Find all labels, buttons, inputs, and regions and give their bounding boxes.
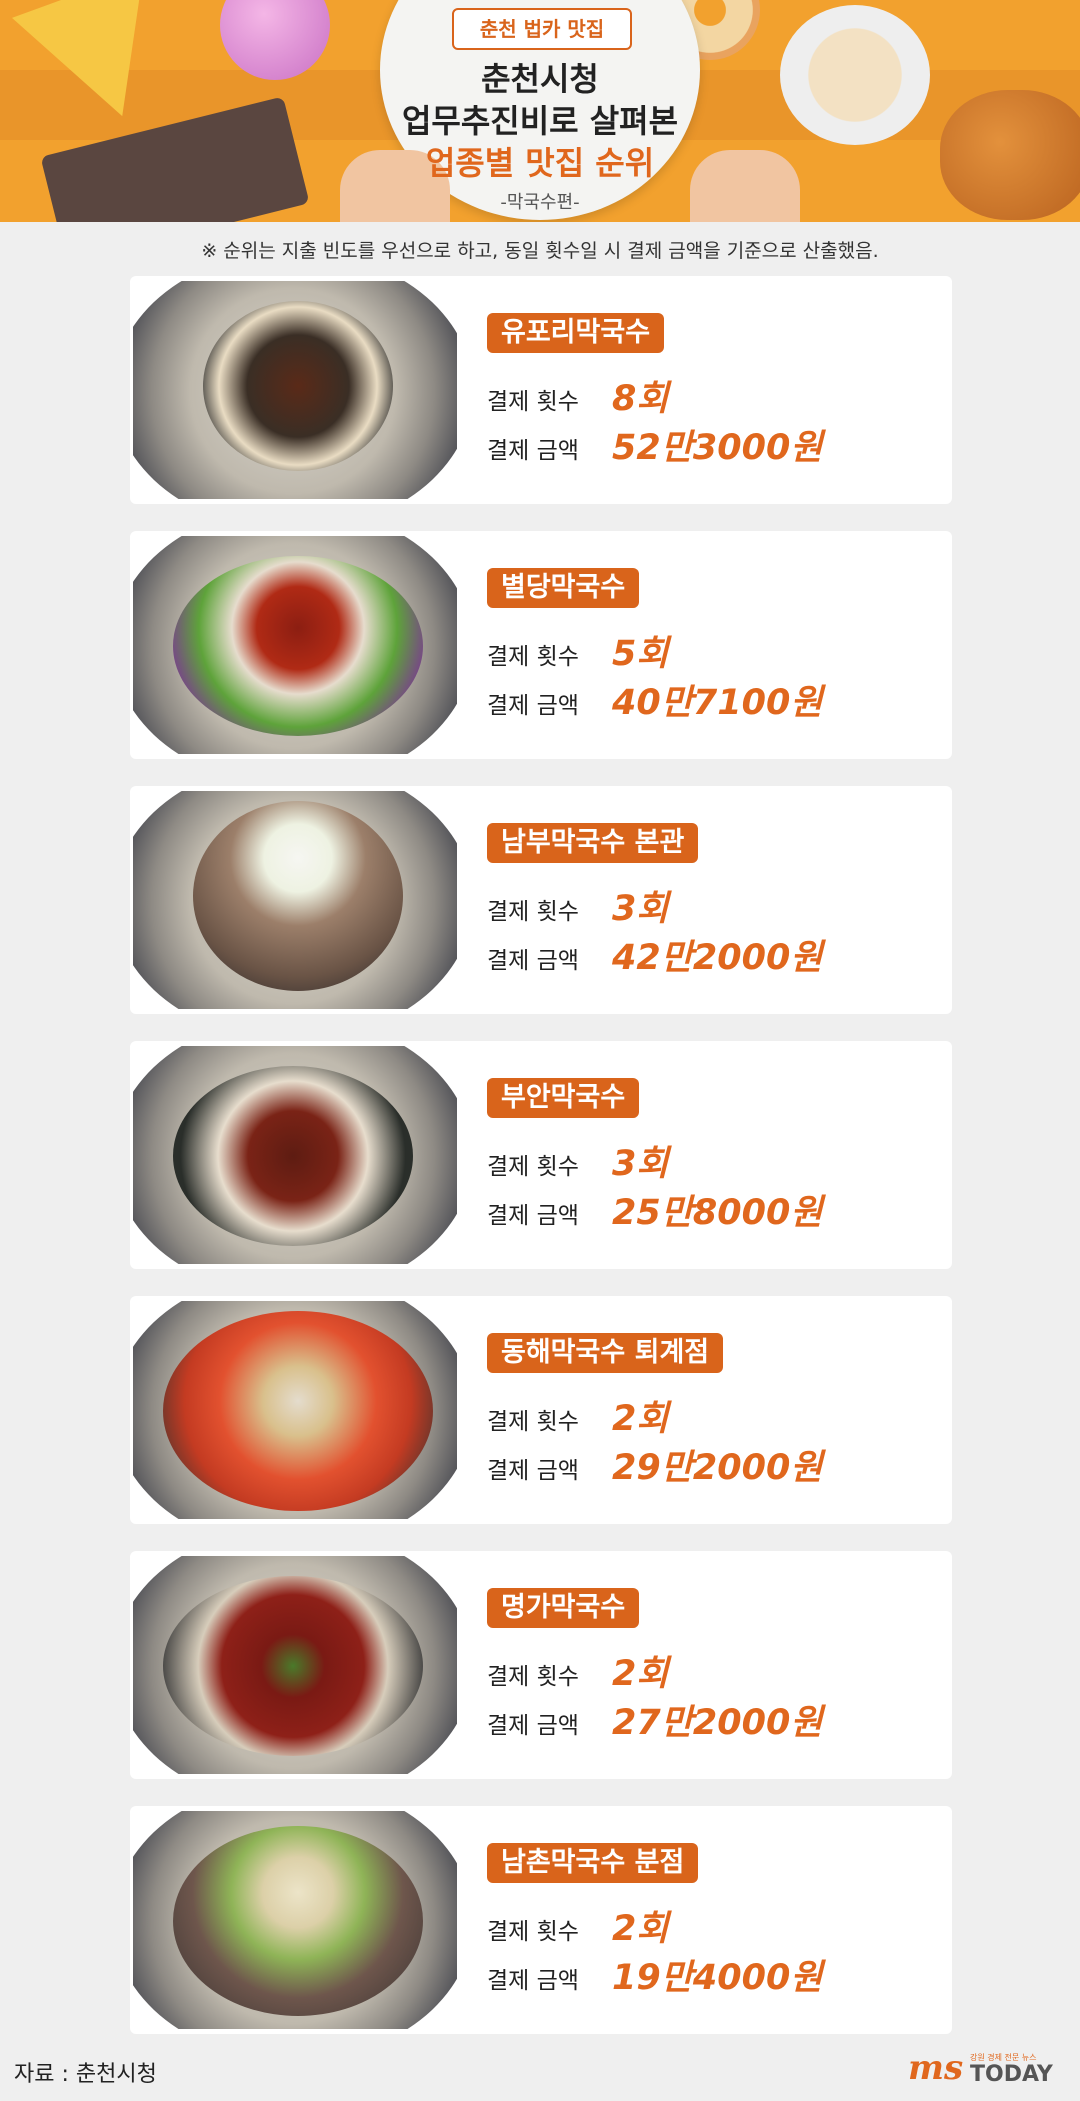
amount-value: 29만2000원 [612,1448,823,1488]
count-value: 2회 [612,1909,669,1949]
count-label: 결제 횟수 [487,389,579,415]
mstoday-logo: ms 강원 경제 전문 뉴스 TODAY [908,2048,1068,2088]
count-value: 3회 [612,889,669,929]
restaurant-card: 동해막국수 퇴계점 결제 횟수 2회 결제 금액 29만2000원 [130,1296,952,1524]
amount-value: 42만2000원 [612,938,823,978]
amount-label: 결제 금액 [487,1713,579,1739]
restaurant-card: 유포리막국수 결제 횟수 8회 결제 금액 52만3000원 [130,276,952,504]
count-label: 결제 횟수 [487,1919,579,1945]
count-label: 결제 횟수 [487,899,579,925]
restaurant-name: 동해막국수 퇴계점 [487,1333,724,1373]
ice-cream-illustration [220,0,330,80]
logo-ms: ms [908,2048,964,2088]
ramen-bowl-illustration [780,5,930,145]
food-photo [133,1811,457,2029]
count-label: 결제 횟수 [487,1409,579,1435]
amount-value: 40만7100원 [612,683,823,723]
amount-label: 결제 금액 [487,948,579,974]
food-photo [133,1046,457,1264]
count-label: 결제 횟수 [487,644,579,670]
amount-label: 결제 금액 [487,1203,579,1229]
restaurant-name: 부안막국수 [487,1078,640,1118]
header-subtitle: -막국수편- [500,192,580,213]
restaurant-card: 별당막국수 결제 횟수 5회 결제 금액 40만7100원 [130,531,952,759]
ranking-note: ※ 순위는 지출 빈도를 우선으로 하고, 동일 횟수일 시 결제 금액을 기준… [201,240,879,262]
amount-label: 결제 금액 [487,1968,579,1994]
header-banner: 춘천 법카 맛집 춘천시청 업무추진비로 살펴본 업종별 맛집 순위 -막국수편… [0,0,1080,222]
restaurant-card: 부안막국수 결제 횟수 3회 결제 금액 25만8000원 [130,1041,952,1269]
food-photo [133,1556,457,1774]
restaurant-card: 명가막국수 결제 횟수 2회 결제 금액 27만2000원 [130,1551,952,1779]
source-credit: 자료 : 춘천시청 [14,2062,157,2087]
header-title-line1: 춘천시청 [481,60,599,98]
fried-chicken-illustration [940,90,1080,220]
count-value: 2회 [612,1654,669,1694]
food-photo [133,536,457,754]
header-title-line2: 업무추진비로 살펴본 [401,102,679,140]
restaurant-card: 남부막국수 본관 결제 횟수 3회 결제 금액 42만2000원 [130,786,952,1014]
header-badge: 춘천 법카 맛집 [452,8,632,50]
amount-value: 27만2000원 [612,1703,823,1743]
count-value: 2회 [612,1399,669,1439]
count-value: 8회 [612,379,669,419]
amount-value: 19만4000원 [612,1958,823,1998]
amount-value: 52만3000원 [612,428,823,468]
count-value: 5회 [612,634,669,674]
restaurant-card: 남촌막국수 분점 결제 횟수 2회 결제 금액 19만4000원 [130,1806,952,2034]
food-photo [133,791,457,1009]
restaurant-name: 별당막국수 [487,568,640,608]
amount-label: 결제 금액 [487,438,579,464]
count-label: 결제 횟수 [487,1664,579,1690]
restaurant-name: 남촌막국수 분점 [487,1843,699,1883]
header-title-line3: 업종별 맛집 순위 [425,144,655,182]
restaurant-name: 명가막국수 [487,1588,640,1628]
food-photo [133,1301,457,1519]
food-photo [133,281,457,499]
amount-label: 결제 금액 [487,693,579,719]
restaurant-name: 유포리막국수 [487,313,665,353]
count-value: 3회 [612,1144,669,1184]
count-label: 결제 횟수 [487,1154,579,1180]
logo-today: TODAY [970,2062,1053,2087]
restaurant-name: 남부막국수 본관 [487,823,699,863]
amount-label: 결제 금액 [487,1458,579,1484]
amount-value: 25만8000원 [612,1193,823,1233]
